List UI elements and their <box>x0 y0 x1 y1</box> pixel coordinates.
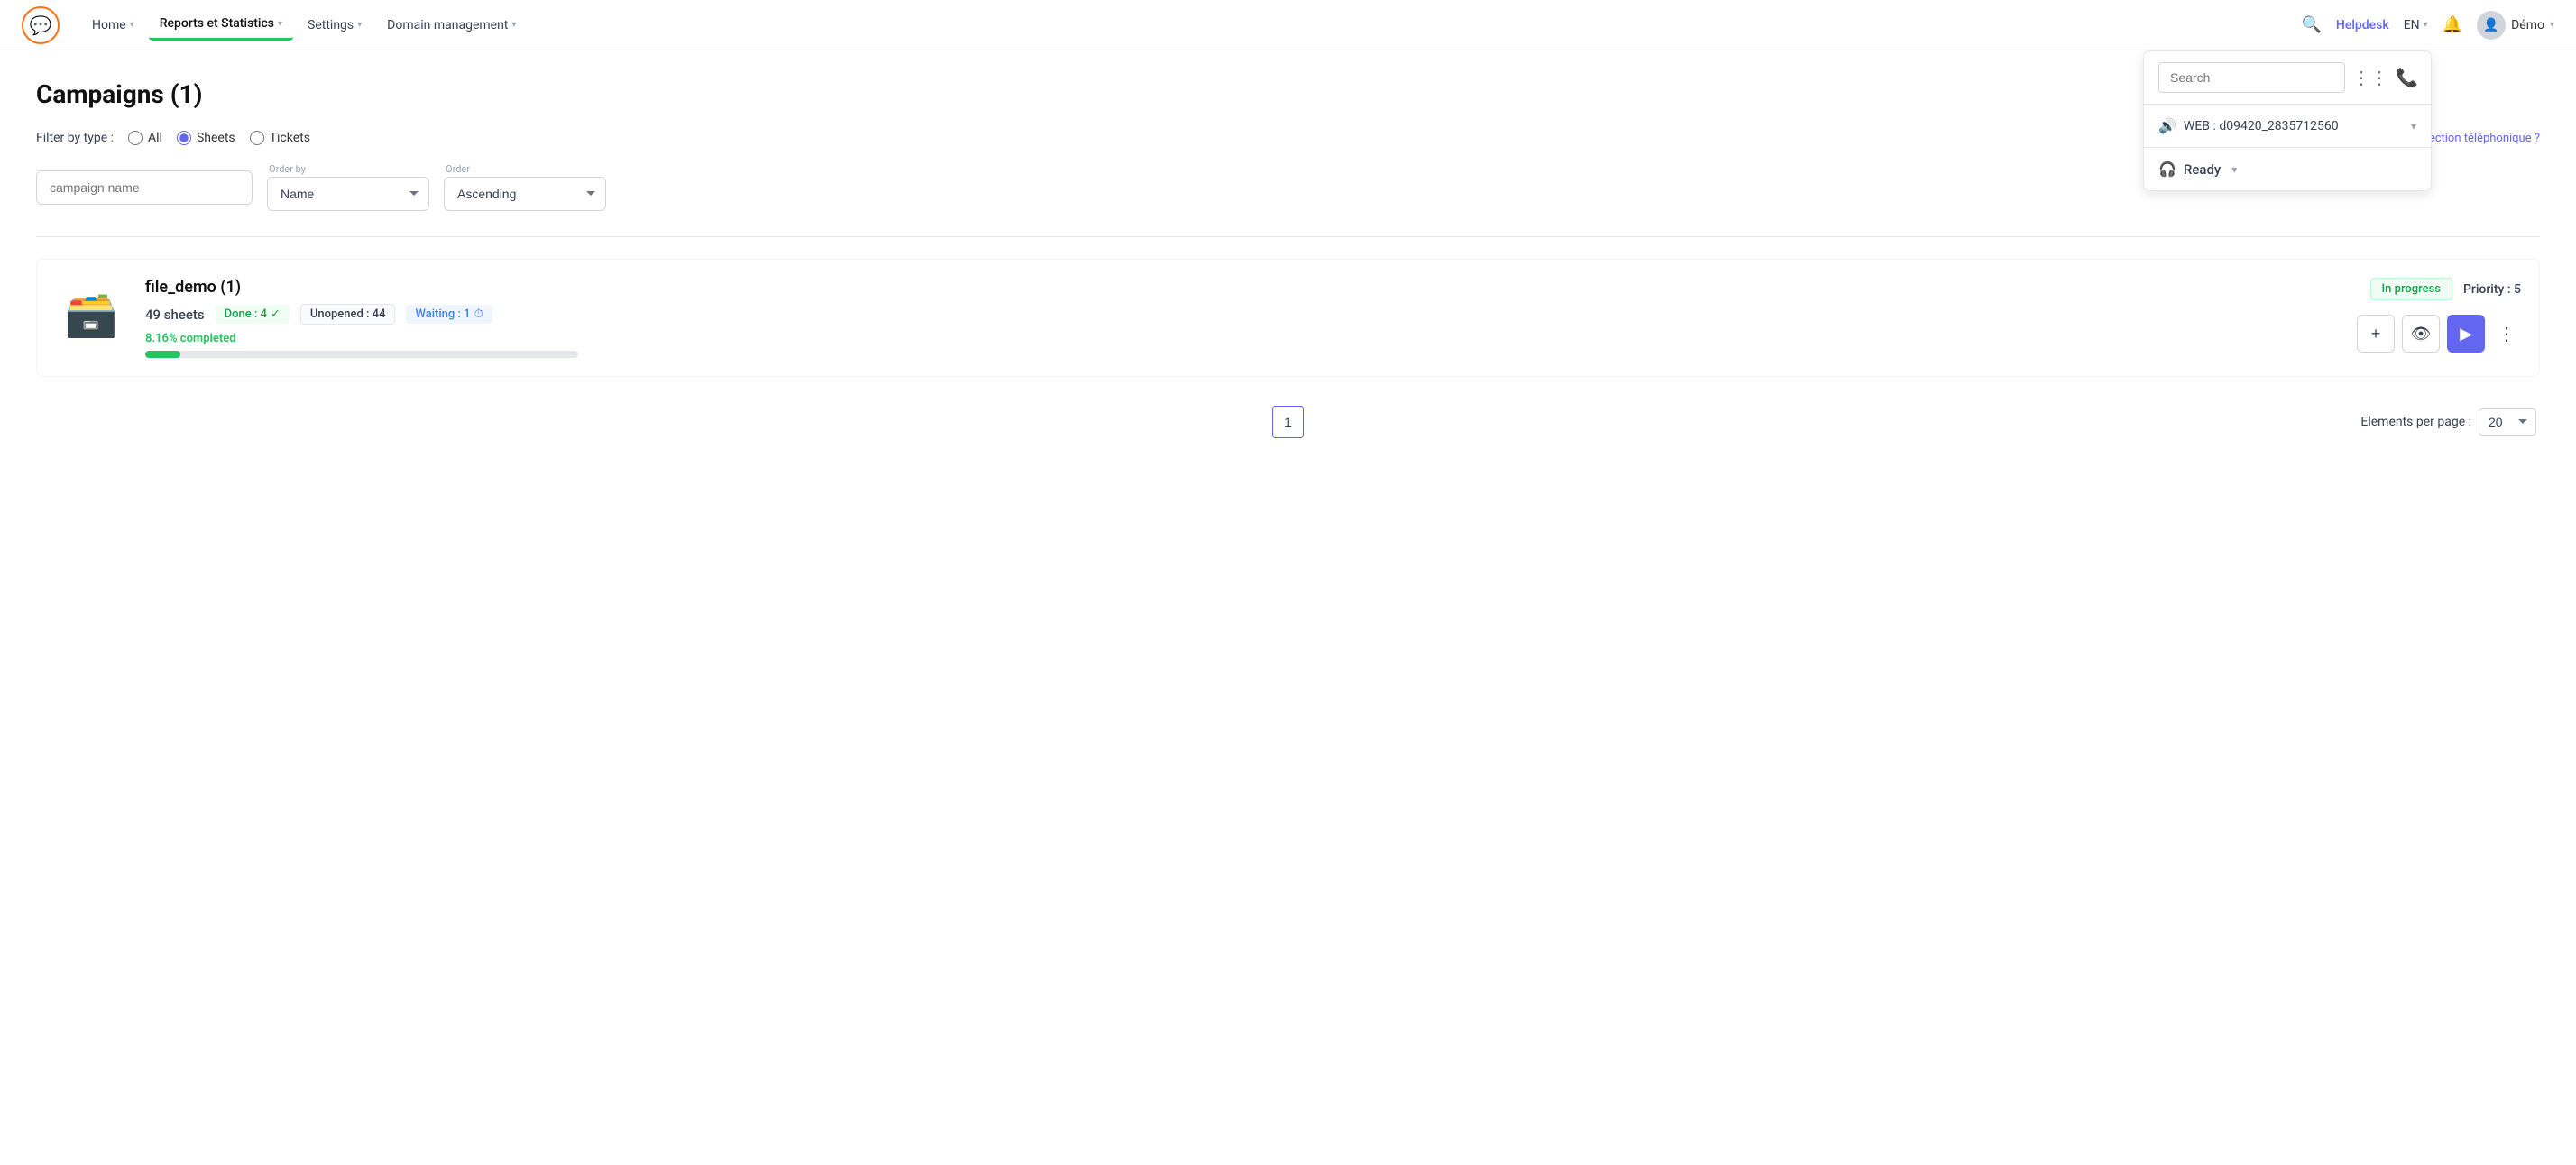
user-name-label: Démo <box>2511 18 2544 32</box>
phone-icon[interactable]: 📞 <box>2396 67 2418 88</box>
order-by-wrapper: Order by Name <box>267 163 429 211</box>
nav-right: 🔍 Helpdesk EN ▾ 🔔 👤 Démo ▾ <box>2302 11 2555 40</box>
priority-text: Priority : 5 <box>2463 282 2521 297</box>
campaign-icon: 🗃️ <box>55 278 127 350</box>
chevron-down-icon: ▾ <box>130 20 134 30</box>
filter-all-label: All <box>148 131 162 145</box>
sheets-count: 49 sheets <box>145 307 205 323</box>
nav-reports-label: Reports et Statistics <box>160 16 274 31</box>
campaign-status-row: In progress Priority : 5 <box>2370 278 2522 300</box>
more-icon: ⋮ <box>2498 323 2516 345</box>
send-icon: ▶ <box>2460 325 2472 344</box>
language-selector[interactable]: EN ▾ <box>2404 18 2428 32</box>
chevron-down-icon: ▾ <box>2424 20 2428 30</box>
progress-text: 8.16% completed <box>145 332 2339 345</box>
chevron-down-icon: ▾ <box>2550 20 2554 30</box>
app-logo[interactable]: 💬 <box>22 6 60 44</box>
headset-icon: 🎧 <box>2158 161 2176 178</box>
chevron-down-icon: ▾ <box>357 20 362 30</box>
dropdown-web-row: 🔊 WEB : d09420_2835712560 ▾ <box>2144 105 2431 148</box>
unopened-badge: Unopened : 44 <box>300 304 396 325</box>
nav-home-label: Home <box>92 18 126 32</box>
filter-all-option[interactable]: All <box>128 131 162 145</box>
search-icon[interactable]: 🔍 <box>2302 15 2322 34</box>
section-divider <box>36 236 2540 237</box>
filter-radio-group: All Sheets Tickets <box>128 131 310 145</box>
nav-domain[interactable]: Domain management ▾ <box>376 11 527 40</box>
language-label: EN <box>2404 18 2420 32</box>
done-label: Done : 4 <box>225 307 267 321</box>
checkmark-icon: ✓ <box>271 307 281 321</box>
notification-bell-icon[interactable]: 🔔 <box>2443 15 2462 34</box>
navbar: 💬 Home ▾ Reports et Statistics ▾ Setting… <box>0 0 2576 50</box>
grid-icon[interactable]: ⋮⋮ <box>2352 67 2388 88</box>
chevron-down-icon: ▾ <box>2411 120 2416 133</box>
filter-all-radio[interactable] <box>128 131 143 145</box>
user-menu[interactable]: 👤 Démo ▾ <box>2477 11 2554 40</box>
filter-sheets-label: Sheets <box>197 131 235 145</box>
helpdesk-link[interactable]: Helpdesk <box>2336 18 2389 32</box>
pagination-row: 1 Elements per page : 20 10 50 100 <box>36 406 2540 438</box>
filter-tickets-label: Tickets <box>270 131 310 145</box>
page-1-label: 1 <box>1284 415 1292 429</box>
waiting-label: Waiting : 1 <box>415 307 470 321</box>
status-badge: In progress <box>2370 278 2452 300</box>
campaign-stats: 49 sheets Done : 4 ✓ Unopened : 44 Waiti… <box>145 304 2339 325</box>
nav-domain-label: Domain management <box>387 18 508 32</box>
filter-sheets-option[interactable]: Sheets <box>177 131 235 145</box>
view-button[interactable]: 👁 <box>2402 315 2440 353</box>
campaign-actions: In progress Priority : 5 + 👁 ▶ ⋮ <box>2357 278 2521 353</box>
volume-icon: 🔊 <box>2158 117 2176 134</box>
pagination-pages: 1 <box>1272 406 1304 438</box>
elements-per-page: Elements per page : 20 10 50 100 <box>1304 408 2536 436</box>
campaign-info: file_demo (1) 49 sheets Done : 4 ✓ Unope… <box>145 278 2339 358</box>
plus-icon: + <box>2371 325 2381 344</box>
filter-left: Filter by type : All Sheets Tickets <box>36 131 310 145</box>
chevron-down-icon: ▾ <box>278 19 282 29</box>
avatar: 👤 <box>2477 11 2506 40</box>
nav-settings[interactable]: Settings ▾ <box>297 11 373 40</box>
done-badge: Done : 4 ✓ <box>216 305 290 324</box>
database-icon: 🗃️ <box>64 289 118 340</box>
order-select[interactable]: Ascending <box>444 177 606 211</box>
order-wrapper: Order Ascending <box>444 163 606 211</box>
send-button[interactable]: ▶ <box>2447 315 2485 353</box>
web-line-text[interactable]: WEB : d09420_2835712560 <box>2184 119 2339 133</box>
dropdown-search-input[interactable] <box>2158 62 2345 93</box>
per-page-select[interactable]: 20 10 50 100 <box>2479 408 2536 436</box>
nav-home[interactable]: Home ▾ <box>81 11 145 40</box>
campaign-name[interactable]: file_demo (1) <box>145 278 2339 297</box>
chevron-down-icon: ▾ <box>511 20 516 30</box>
clock-icon: ⏱ <box>474 307 483 321</box>
campaign-name-input[interactable] <box>36 170 253 205</box>
logo-icon: 💬 <box>30 14 52 36</box>
order-by-select[interactable]: Name <box>267 177 429 211</box>
nav-settings-label: Settings <box>308 18 354 32</box>
progress-bar-container <box>145 351 578 358</box>
dropdown-ready-row: 🎧 Ready ▾ <box>2144 148 2431 190</box>
progress-bar <box>145 351 180 358</box>
action-buttons: + 👁 ▶ ⋮ <box>2357 315 2521 353</box>
filter-tickets-radio[interactable] <box>250 131 264 145</box>
filter-tickets-option[interactable]: Tickets <box>250 131 310 145</box>
eye-icon: 👁 <box>2411 325 2432 344</box>
elements-per-page-label: Elements per page : <box>2360 415 2471 429</box>
dropdown-search-row: ⋮⋮ 📞 <box>2144 51 2431 105</box>
nav-items: Home ▾ Reports et Statistics ▾ Settings … <box>81 9 2302 41</box>
filter-label: Filter by type : <box>36 131 114 145</box>
nav-reports[interactable]: Reports et Statistics ▾ <box>149 9 293 41</box>
chevron-down-icon: ▾ <box>2231 163 2237 176</box>
page-1-button[interactable]: 1 <box>1272 406 1304 438</box>
campaign-card: 🗃️ file_demo (1) 49 sheets Done : 4 ✓ Un… <box>36 259 2540 377</box>
order-label: Order <box>444 163 606 175</box>
ready-label[interactable]: Ready <box>2184 161 2221 178</box>
avatar-icon: 👤 <box>2483 18 2498 32</box>
dropdown-panel: ⋮⋮ 📞 🔊 WEB : d09420_2835712560 ▾ 🎧 Ready… <box>2143 50 2432 191</box>
unopened-label: Unopened : 44 <box>310 307 386 321</box>
filter-sheets-radio[interactable] <box>177 131 191 145</box>
order-by-label: Order by <box>267 163 429 175</box>
add-button[interactable]: + <box>2357 315 2395 353</box>
waiting-badge: Waiting : 1 ⏱ <box>406 305 492 324</box>
more-options-button[interactable]: ⋮ <box>2492 315 2521 353</box>
